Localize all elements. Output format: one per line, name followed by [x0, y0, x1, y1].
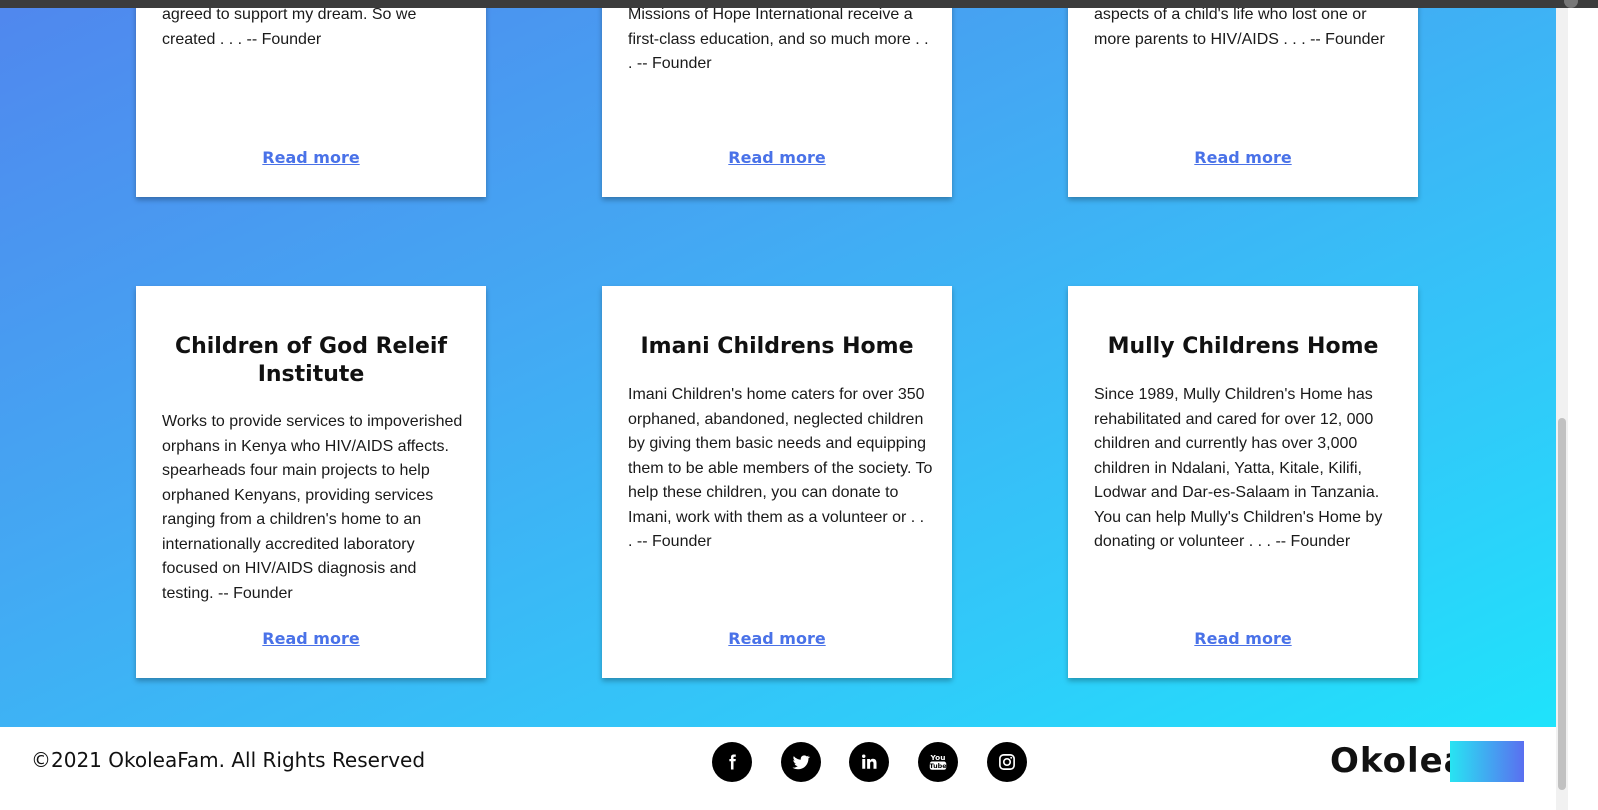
card-top-3: aspects of a child's life who lost one o…	[1068, 0, 1418, 197]
card-title: Children of God Releif Institute	[174, 334, 448, 387]
instagram-icon[interactable]	[987, 742, 1027, 782]
copyright-text: ©2021 OkoleaFam. All Rights Reserved	[31, 748, 426, 772]
read-more-link[interactable]: Read more	[136, 148, 486, 167]
facebook-icon[interactable]	[712, 742, 752, 782]
card-title: Imani Childrens Home	[640, 334, 914, 359]
svg-text:You: You	[930, 753, 946, 762]
scrollbar-thumb[interactable]	[1558, 418, 1566, 790]
card-children-of-god: Children of God Releif Institute Works t…	[136, 286, 486, 678]
cards-section: agreed to support my dream. So we create…	[0, 0, 1556, 727]
card-text: Since 1989, Mully Children's Home has re…	[1094, 386, 1383, 550]
youtube-icon[interactable]: You Tube	[918, 742, 958, 782]
svg-text:Tube: Tube	[929, 762, 947, 770]
card-mully: Mully Childrens Home Since 1989, Mully C…	[1068, 286, 1418, 678]
brand-logo-text[interactable]: Okolea	[1330, 741, 1468, 781]
brand-logo-block	[1450, 741, 1524, 782]
card-top-2: Missions of Hope International receive a…	[602, 0, 952, 197]
browser-top-bar	[0, 0, 1598, 8]
read-more-link[interactable]: Read more	[602, 148, 952, 167]
card-title: Mully Childrens Home	[1107, 334, 1379, 359]
card-text: Works to provide services to impoverishe…	[162, 413, 463, 602]
read-more-link[interactable]: Read more	[602, 629, 952, 648]
twitter-icon[interactable]	[781, 742, 821, 782]
card-imani: Imani Childrens Home Imani Children's ho…	[602, 286, 952, 678]
card-text: agreed to support my dream. So we create…	[162, 6, 417, 48]
window-control-icon	[1564, 0, 1578, 8]
card-text: Missions of Hope International receive a…	[628, 6, 929, 72]
footer: ©2021 OkoleaFam. All Rights Reserved You…	[0, 727, 1556, 810]
read-more-link[interactable]: Read more	[136, 629, 486, 648]
card-text: Imani Children's home caters for over 35…	[628, 386, 933, 550]
read-more-link[interactable]: Read more	[1068, 629, 1418, 648]
window-edge	[1568, 0, 1598, 810]
card-top-1: agreed to support my dream. So we create…	[136, 0, 486, 197]
read-more-link[interactable]: Read more	[1068, 148, 1418, 167]
linkedin-icon[interactable]	[849, 742, 889, 782]
page-scrollbar[interactable]	[1556, 0, 1568, 810]
card-text: aspects of a child's life who lost one o…	[1094, 6, 1385, 48]
